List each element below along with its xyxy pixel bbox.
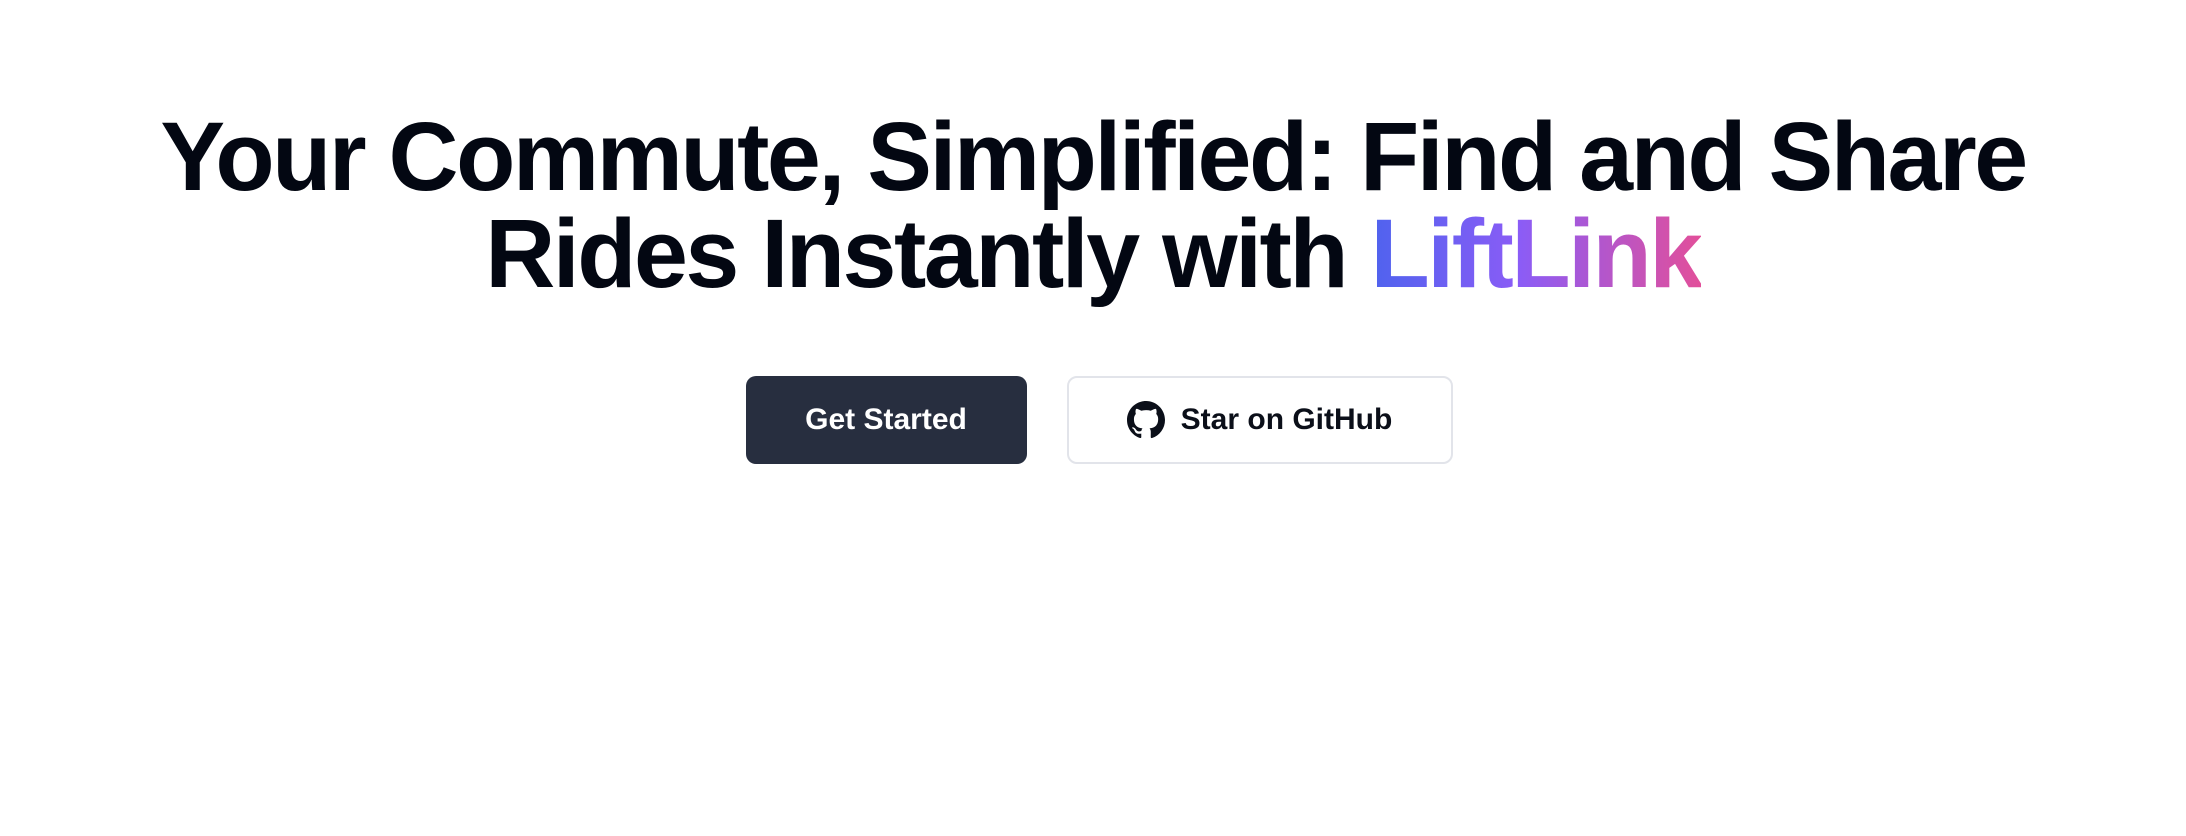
headline-line-1: Your Commute, Simplified: Find and Share (160, 102, 2028, 211)
hero-section: Your Commute, Simplified: Find and Share… (0, 108, 2186, 464)
github-icon (1126, 401, 1165, 439)
get-started-button[interactable]: Get Started (745, 376, 1027, 464)
hero-actions: Get Started Star on GitHub (745, 376, 1453, 464)
star-on-github-label: Star on GitHub (1180, 403, 1393, 436)
headline-line-2-text: Rides Instantly with (485, 199, 1371, 308)
brand-name: LiftLink (1370, 199, 1704, 308)
get-started-label: Get Started (805, 403, 967, 436)
hero-headline: Your Commute, Simplified: Find and Share… (93, 108, 2093, 302)
landing-page: Your Commute, Simplified: Find and Share… (0, 0, 2186, 836)
star-on-github-button[interactable]: Star on GitHub (1066, 376, 1453, 464)
headline-line-2: Rides Instantly with LiftLink (93, 205, 2093, 302)
